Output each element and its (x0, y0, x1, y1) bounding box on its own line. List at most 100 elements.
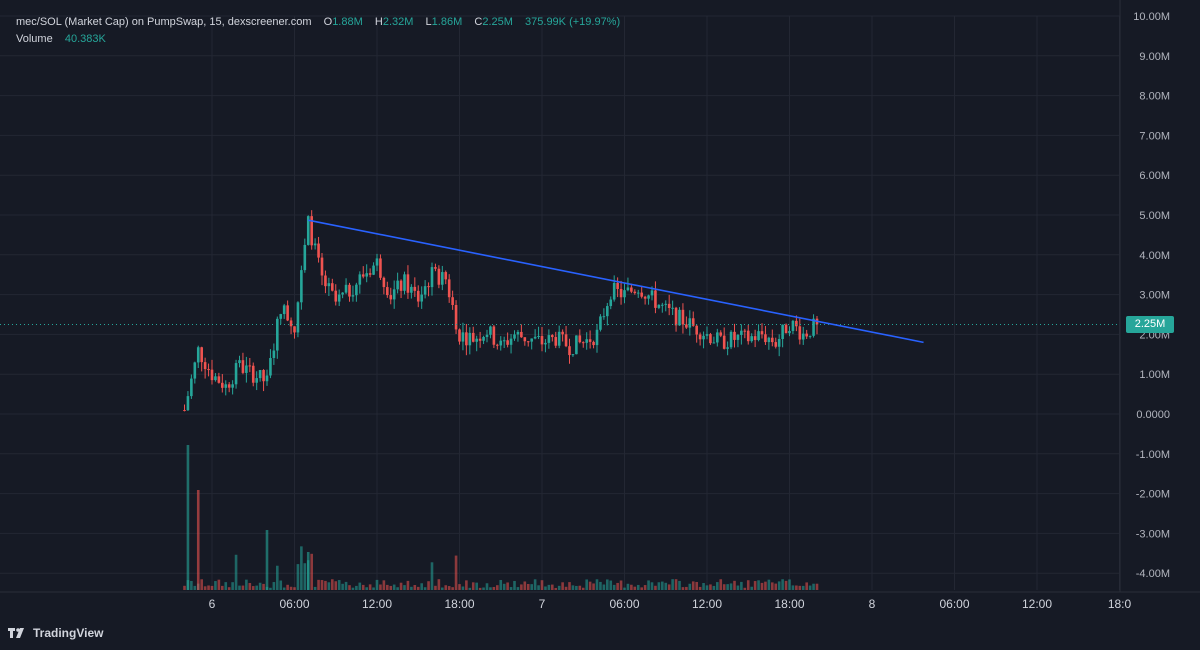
candle-body (190, 378, 193, 397)
volume-bar (561, 582, 564, 590)
candle-body (657, 304, 661, 308)
volume-bar (681, 587, 685, 590)
candlestick-chart[interactable]: 10.00M 9.00M 8.00M 7.00M 6.00M 5.00M 4.00M 3.00… (0, 0, 1200, 650)
volume-bar (410, 586, 413, 590)
volume-bar (537, 585, 540, 590)
candle-body (420, 294, 423, 302)
candle-body (643, 296, 647, 299)
volume-bar (478, 587, 482, 590)
candle-body (516, 331, 520, 335)
change-value: 375.99K (+19.97%) (525, 16, 621, 28)
volume-bar (454, 555, 458, 590)
candle-body (774, 342, 778, 347)
candle-body (671, 307, 674, 309)
candle-body (186, 396, 190, 411)
candle-body (581, 342, 585, 344)
volume-bar (688, 583, 692, 590)
volume-bar (564, 586, 568, 590)
candle-body (344, 284, 348, 293)
candle-body (207, 369, 210, 371)
volume-spike (265, 530, 269, 590)
candle-body (368, 273, 372, 275)
candle-body (492, 326, 496, 345)
candle-body (196, 347, 200, 363)
volume-spike (186, 445, 190, 590)
x-tick-label: 12:00 (1022, 597, 1052, 611)
volume-bar (602, 584, 606, 590)
volume-bar (650, 582, 654, 590)
candle-body (313, 243, 317, 246)
candle-body (805, 333, 808, 337)
volume-bar (757, 580, 760, 590)
candle-body (784, 324, 788, 334)
volume-bar (420, 583, 423, 590)
volume-bar (551, 584, 554, 590)
volume-bar (685, 586, 688, 590)
x-tick-label: 06:00 (939, 597, 969, 611)
volume-bar (530, 584, 533, 590)
volume-bar (282, 587, 286, 590)
volume-bar (716, 582, 719, 590)
volume-bar (578, 585, 582, 590)
x-tick-label: 12:00 (692, 597, 722, 611)
candle-body (255, 378, 258, 383)
candle-body (537, 336, 540, 338)
legend-line-volume: Volume 40.383K (16, 31, 620, 48)
y-tick-label: 0.0000 (1136, 409, 1170, 421)
volume-bar (599, 581, 602, 590)
candle-body (547, 335, 551, 343)
tradingview-logo[interactable]: TradingView (8, 626, 103, 640)
volume-bar (795, 585, 798, 590)
volume-bar (626, 583, 630, 590)
candle-body (568, 346, 571, 356)
candle-body (502, 340, 506, 342)
volume-bar (471, 582, 475, 590)
volume-bar (447, 586, 451, 590)
candle-body (585, 339, 588, 343)
volume-bar (712, 585, 716, 590)
close-label: C (474, 16, 483, 28)
volume-bar (310, 553, 313, 590)
volume-bar (430, 562, 434, 590)
candle-body (341, 292, 344, 295)
volume-bar (612, 584, 616, 590)
volume-bar (509, 587, 513, 590)
volume-bar (698, 586, 702, 590)
volume-value: 40.383K (64, 33, 106, 45)
candle-body (392, 289, 396, 300)
volume-bar (729, 583, 733, 590)
volume-bar (396, 587, 399, 590)
candle-body (578, 335, 582, 343)
candle-body (465, 332, 468, 346)
volume-bar (547, 584, 551, 590)
volume-bar (289, 586, 293, 590)
candle-body (595, 329, 599, 346)
volume-bar (324, 580, 327, 590)
volume-bar (575, 585, 578, 590)
candle-body (740, 330, 743, 335)
volume-bar (337, 580, 341, 590)
y-tick-label: -2.00M (1136, 489, 1170, 501)
volume-bar (444, 585, 448, 590)
candle-body (588, 339, 592, 342)
y-tick-label: 8.00M (1139, 91, 1170, 103)
volume-bar (365, 587, 368, 590)
volume-bar (241, 585, 245, 590)
candle-body (688, 318, 692, 328)
candle-body (764, 334, 767, 343)
x-tick-label: 6 (209, 597, 216, 611)
volume-bar (293, 587, 296, 590)
volume-bar (771, 582, 774, 590)
volume-bar (520, 584, 523, 590)
volume-bar (441, 587, 444, 590)
candle-body (482, 336, 485, 341)
volume-bar (437, 579, 441, 590)
tradingview-logo-icon (8, 628, 24, 638)
candle-body (265, 375, 269, 382)
candle-body (767, 337, 771, 343)
volume-bar (784, 580, 788, 590)
candle-body (526, 341, 530, 343)
volume-spike (306, 552, 310, 590)
volume-bar (465, 580, 468, 590)
x-tick-label: 18:0 (1108, 597, 1132, 611)
